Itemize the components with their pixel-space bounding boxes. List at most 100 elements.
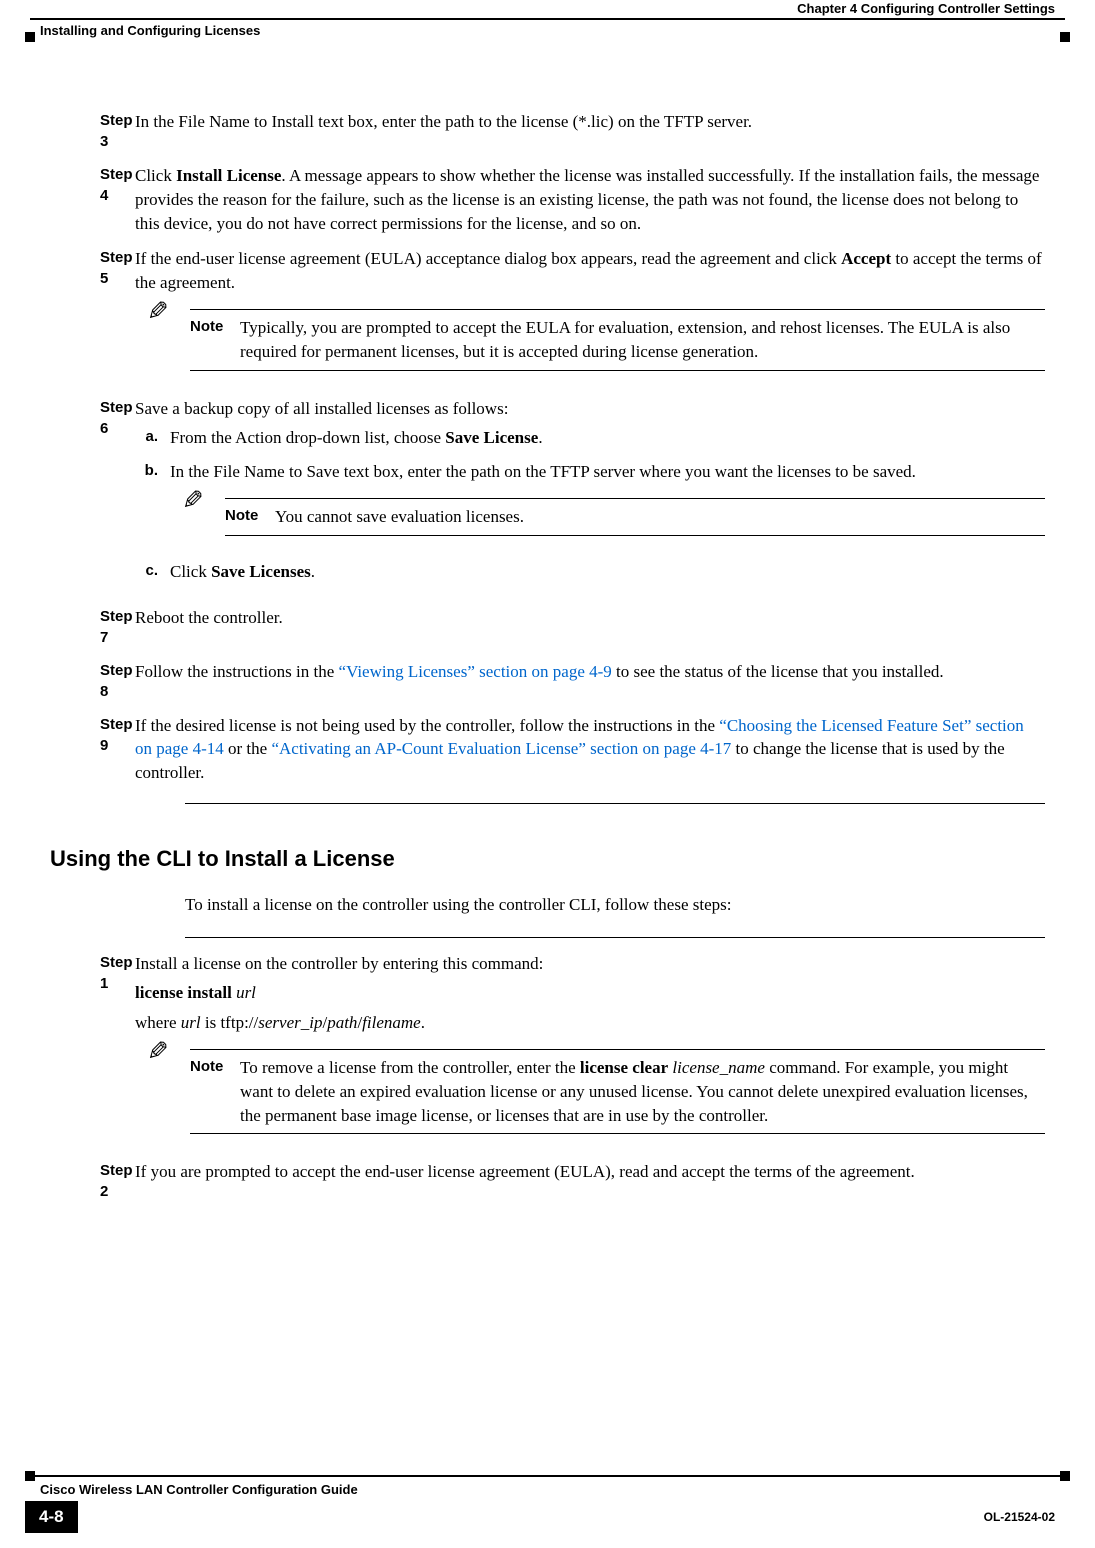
- text: If the desired license is not being used…: [135, 716, 719, 735]
- step-label: Step 5: [50, 247, 135, 384]
- header-rule: [30, 18, 1065, 20]
- step-text: Save a backup copy of all installed lice…: [135, 397, 1045, 594]
- footer-marker-right: [1060, 1471, 1070, 1481]
- step-text: Reboot the controller.: [135, 606, 1045, 648]
- note-block: ✎ Note Typically, you are prompted to ac…: [135, 309, 1045, 371]
- step-3: Step 3 In the File Name to Install text …: [50, 110, 1045, 152]
- text: .: [311, 562, 315, 581]
- text: Install a license on the controller by e…: [135, 952, 1045, 976]
- text: or the: [224, 739, 272, 758]
- text: .: [421, 1013, 425, 1032]
- pencil-icon: ✎: [182, 483, 204, 519]
- text: Click: [170, 562, 211, 581]
- text: is tftp://: [201, 1013, 259, 1032]
- pencil-icon: ✎: [147, 1034, 169, 1070]
- text: If the end-user license agreement (EULA)…: [135, 249, 841, 268]
- step-5: Step 5 If the end-user license agreement…: [50, 247, 1045, 384]
- note-label: Note: [190, 316, 240, 364]
- step-label: Step 3: [50, 110, 135, 152]
- step-2-cli: Step 2 If you are prompted to accept the…: [50, 1160, 1045, 1202]
- step-text: Click Install License. A message appears…: [135, 164, 1045, 235]
- text: Save a backup copy of all installed lice…: [135, 397, 1045, 421]
- where-line: where url is tftp://server_ip/path/filen…: [135, 1011, 1045, 1035]
- step-text: If the desired license is not being used…: [135, 714, 1045, 785]
- substep-c: c. Click Save Licenses.: [135, 560, 1045, 584]
- sub-label: b.: [135, 460, 170, 550]
- text: to see the status of the license that yo…: [612, 662, 944, 681]
- step-7: Step 7 Reboot the controller.: [50, 606, 1045, 648]
- footer-title: Cisco Wireless LAN Controller Configurat…: [30, 1479, 1065, 1499]
- bold-text: Save Licenses: [211, 562, 311, 581]
- step-label: Step 4: [50, 164, 135, 235]
- substep-b: b. In the File Name to Save text box, en…: [135, 460, 1045, 550]
- note-label: Note: [190, 1056, 240, 1127]
- bold-text: license clear: [580, 1058, 668, 1077]
- footer-bottom: 4-8 OL-21524-02: [30, 1501, 1065, 1533]
- page-footer: Cisco Wireless LAN Controller Configurat…: [30, 1475, 1065, 1533]
- note-text: Typically, you are prompted to accept th…: [240, 316, 1045, 364]
- step-label: Step 9: [50, 714, 135, 785]
- step-label: Step 7: [50, 606, 135, 648]
- note-text: You cannot save evaluation licenses.: [275, 505, 1045, 529]
- section-intro: To install a license on the controller u…: [185, 893, 1045, 917]
- text: To remove a license from the controller,…: [240, 1058, 580, 1077]
- italic-text: path: [327, 1013, 357, 1032]
- sub-label: c.: [135, 560, 170, 584]
- step-label: Step 8: [50, 660, 135, 702]
- step-text: In the File Name to Install text box, en…: [135, 110, 1045, 152]
- note-text: To remove a license from the controller,…: [240, 1056, 1045, 1127]
- sub-text: In the File Name to Save text box, enter…: [170, 460, 1045, 550]
- step-text: Install a license on the controller by e…: [135, 952, 1045, 1149]
- step-1-cli: Step 1 Install a license on the controll…: [50, 952, 1045, 1149]
- step-8: Step 8 Follow the instructions in the “V…: [50, 660, 1045, 702]
- pencil-icon: ✎: [147, 294, 169, 330]
- text: where: [135, 1013, 181, 1032]
- italic-text: server_ip: [258, 1013, 322, 1032]
- step-4: Step 4 Click Install License. A message …: [50, 164, 1045, 235]
- bold-text: Save License: [445, 428, 538, 447]
- page-number: 4-8: [25, 1501, 78, 1533]
- italic-text: license_name: [672, 1058, 765, 1077]
- step-label: Step 1: [50, 952, 135, 1149]
- header-marker-left: [25, 32, 35, 42]
- italic-text: filename: [362, 1013, 421, 1032]
- header-marker-right: [1060, 32, 1070, 42]
- bold-text: Install License: [176, 166, 281, 185]
- footer-marker-left: [25, 1471, 35, 1481]
- text: Click: [135, 166, 176, 185]
- cross-ref-link[interactable]: “Viewing Licenses” section on page 4-9: [339, 662, 612, 681]
- note-icon-wrap: ✎: [135, 1056, 190, 1127]
- note-label: Note: [225, 505, 275, 529]
- section-start-rule: [185, 937, 1045, 938]
- step-label: Step 2: [50, 1160, 135, 1202]
- step-text: If you are prompted to accept the end-us…: [135, 1160, 1045, 1202]
- italic-text: url: [236, 983, 256, 1002]
- page-content: Step 3 In the File Name to Install text …: [50, 110, 1045, 1202]
- step-6: Step 6 Save a backup copy of all install…: [50, 397, 1045, 594]
- text: Follow the instructions in the: [135, 662, 339, 681]
- note-icon-wrap: ✎: [135, 316, 190, 364]
- header-section: Installing and Configuring Licenses: [40, 22, 260, 40]
- text: From the Action drop-down list, choose: [170, 428, 445, 447]
- bold-text: Accept: [841, 249, 891, 268]
- italic-text: url: [181, 1013, 201, 1032]
- sub-text: From the Action drop-down list, choose S…: [170, 426, 1045, 450]
- step-label: Step 6: [50, 397, 135, 594]
- text: .: [538, 428, 542, 447]
- document-id: OL-21524-02: [984, 1509, 1065, 1526]
- sub-text: Click Save Licenses.: [170, 560, 1045, 584]
- footer-rule: [30, 1475, 1065, 1477]
- text: In the File Name to Save text box, enter…: [170, 462, 916, 481]
- note-icon-wrap: ✎: [170, 505, 225, 529]
- step-text: Follow the instructions in the “Viewing …: [135, 660, 1045, 702]
- command-line: license install url: [135, 981, 1045, 1005]
- header-chapter: Chapter 4 Configuring Controller Setting…: [797, 0, 1055, 18]
- step-text: If the end-user license agreement (EULA)…: [135, 247, 1045, 384]
- section-end-rule: [185, 803, 1045, 804]
- note-block: ✎ Note To remove a license from the cont…: [135, 1049, 1045, 1134]
- note-block: ✎ Note You cannot save evaluation licens…: [170, 498, 1045, 536]
- page-header: Chapter 4 Configuring Controller Setting…: [30, 0, 1065, 50]
- substep-a: a. From the Action drop-down list, choos…: [135, 426, 1045, 450]
- cross-ref-link[interactable]: “Activating an AP-Count Evaluation Licen…: [271, 739, 731, 758]
- section-heading: Using the CLI to Install a License: [50, 844, 1045, 875]
